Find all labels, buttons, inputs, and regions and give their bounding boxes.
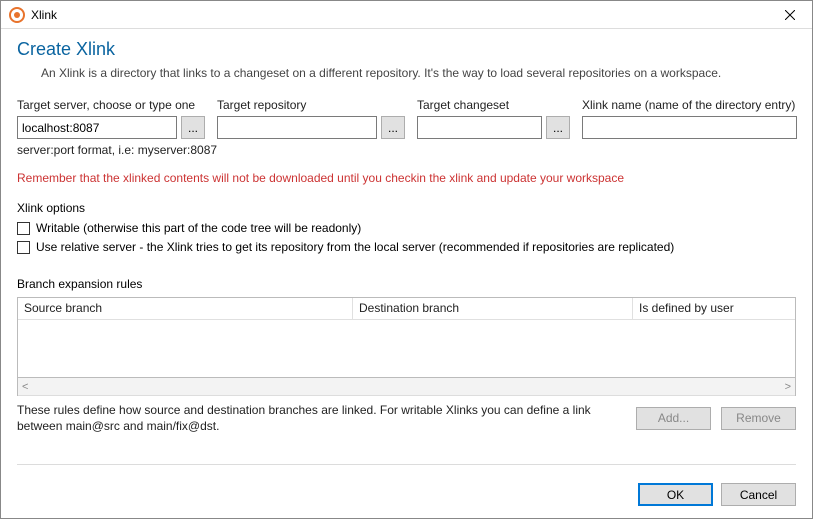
warning-text: Remember that the xlinked contents will … [17, 171, 796, 185]
table-body[interactable] [18, 320, 795, 378]
relative-server-checkbox[interactable] [17, 241, 30, 254]
content-area: Create Xlink An Xlink is a directory tha… [1, 29, 812, 471]
add-rule-button[interactable]: Add... [636, 407, 711, 430]
xlink-name-group: Xlink name (name of the directory entry) [582, 98, 797, 139]
target-server-browse-button[interactable]: ... [181, 116, 205, 139]
fields-row: Target server, choose or type one ... Ta… [17, 98, 796, 139]
target-repository-group: Target repository ... [217, 98, 405, 139]
xlink-options-title: Xlink options [17, 201, 796, 215]
dialog-window: Xlink Create Xlink An Xlink is a directo… [0, 0, 813, 519]
target-server-label: Target server, choose or type one [17, 98, 205, 112]
scroll-right-icon[interactable]: > [785, 381, 791, 393]
col-defined-by-user[interactable]: Is defined by user [633, 298, 795, 319]
target-repository-browse-button[interactable]: ... [381, 116, 405, 139]
rules-description: These rules define how source and destin… [17, 402, 626, 434]
xlink-name-input[interactable] [582, 116, 797, 139]
relative-server-option: Use relative server - the Xlink tries to… [17, 240, 796, 254]
app-icon [9, 7, 25, 23]
writable-checkbox[interactable] [17, 222, 30, 235]
target-repository-label: Target repository [217, 98, 405, 112]
col-destination-branch[interactable]: Destination branch [353, 298, 633, 319]
divider [17, 464, 796, 465]
target-changeset-group: Target changeset ... [417, 98, 570, 139]
close-icon [785, 10, 795, 20]
branch-rules-table: Source branch Destination branch Is defi… [17, 297, 796, 396]
xlink-name-label: Xlink name (name of the directory entry) [582, 98, 797, 112]
cancel-button[interactable]: Cancel [721, 483, 796, 506]
remove-rule-button[interactable]: Remove [721, 407, 796, 430]
writable-option: Writable (otherwise this part of the cod… [17, 221, 796, 235]
dialog-footer: OK Cancel [1, 471, 812, 518]
server-format-hint: server:port format, i.e: myserver:8087 [17, 143, 796, 157]
col-source-branch[interactable]: Source branch [18, 298, 353, 319]
page-title: Create Xlink [17, 39, 796, 60]
target-changeset-input[interactable] [417, 116, 542, 139]
target-repository-input[interactable] [217, 116, 377, 139]
relative-server-label: Use relative server - the Xlink tries to… [36, 240, 674, 254]
ok-button[interactable]: OK [638, 483, 713, 506]
window-title: Xlink [31, 8, 776, 22]
table-scrollbar: < > [18, 378, 795, 396]
target-server-group: Target server, choose or type one ... [17, 98, 205, 139]
writable-label: Writable (otherwise this part of the cod… [36, 221, 361, 235]
target-changeset-browse-button[interactable]: ... [546, 116, 570, 139]
titlebar: Xlink [1, 1, 812, 29]
target-server-input[interactable] [17, 116, 177, 139]
rules-footer: These rules define how source and destin… [17, 402, 796, 434]
close-button[interactable] [776, 1, 804, 29]
page-description: An Xlink is a directory that links to a … [41, 66, 796, 80]
branch-rules-title: Branch expansion rules [17, 277, 796, 291]
scroll-left-icon[interactable]: < [22, 381, 28, 393]
target-changeset-label: Target changeset [417, 98, 570, 112]
table-header: Source branch Destination branch Is defi… [18, 298, 795, 320]
